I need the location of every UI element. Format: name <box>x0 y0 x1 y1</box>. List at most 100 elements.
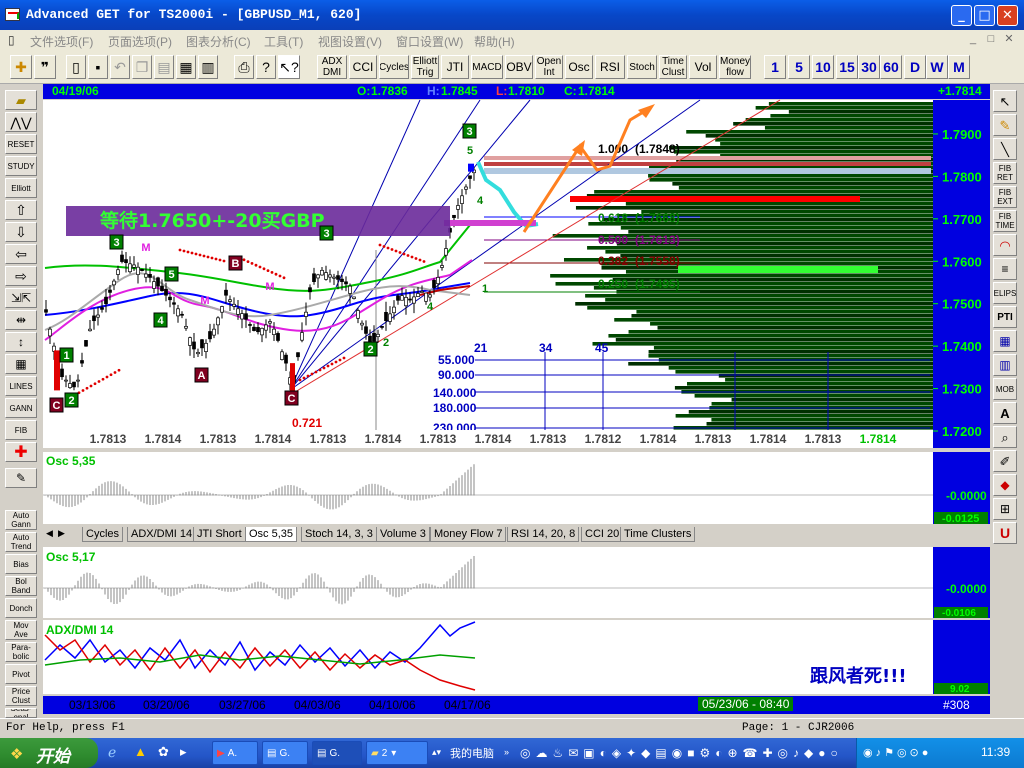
tab-cycles[interactable]: Cycles <box>82 527 124 542</box>
menu-window[interactable]: 窗口设置(W) <box>396 33 463 50</box>
close-button[interactable]: ✕ <box>997 5 1018 26</box>
my-computer-label[interactable]: 我的电脑 <box>450 745 494 761</box>
lines-button[interactable]: LINES <box>5 376 37 396</box>
eraser-button[interactable]: ✐ <box>993 450 1017 472</box>
paste-button[interactable]: ▤ <box>154 55 174 79</box>
quick-icons-row[interactable]: ◎☁♨✉▣◐◈✦◆▤◉■⚙◐⊕☎✚◎♪◆●○ <box>520 746 850 762</box>
menu-help[interactable]: 帮助(H) <box>474 33 515 50</box>
auto-gann-button[interactable]: Auto Gann <box>5 510 37 530</box>
menu-file[interactable]: 文件选项(F) <box>30 33 93 50</box>
study-openint-button[interactable]: Open Int <box>535 55 563 79</box>
quicklaunch-icon-2[interactable]: ✿ <box>158 744 169 760</box>
gann-button[interactable]: GANN <box>5 398 37 418</box>
menu-view[interactable]: 视图设置(V) <box>318 33 382 50</box>
study-jti-button[interactable]: JTI <box>441 55 469 79</box>
price-clust-button[interactable]: Price Clust <box>5 686 37 706</box>
app-icon[interactable] <box>5 8 20 21</box>
tab-cci[interactable]: CCI 20 <box>581 527 624 542</box>
compress-button[interactable]: ⇲⇱ <box>5 288 37 308</box>
arrow-down-button[interactable]: ⇩ <box>5 222 37 242</box>
parabolic-button[interactable]: Para-bolic <box>5 642 37 662</box>
study-osc-button[interactable]: Osc <box>565 55 593 79</box>
layout-button[interactable]: ▥ <box>198 55 218 79</box>
period-5-button[interactable]: 5 <box>788 55 810 79</box>
bol-band-button[interactable]: Bol Band <box>5 576 37 596</box>
zoom-button[interactable]: ⌕ <box>993 426 1017 448</box>
period-daily-button[interactable]: D <box>904 55 926 79</box>
mdi-close-button[interactable]: ✕ <box>1002 32 1016 46</box>
expand-button[interactable]: ⇹ <box>5 310 37 330</box>
arrow-up-button[interactable]: ⇧ <box>5 200 37 220</box>
pivot-button[interactable]: Pivot <box>5 664 37 684</box>
crosshair-button[interactable]: ✚ <box>5 442 37 462</box>
bias-button[interactable]: Bias <box>5 554 37 574</box>
tab-time-clusters[interactable]: Time Clusters <box>620 527 696 542</box>
study-rsi-button[interactable]: RSI <box>595 55 625 79</box>
seasonal-button[interactable]: Seas-onal <box>5 708 37 718</box>
pointer-button[interactable]: ↖ <box>993 90 1017 112</box>
start-button[interactable]: ❖ 开始 <box>0 738 98 768</box>
study-timeclust-button[interactable]: Time Clust <box>659 55 687 79</box>
tab-jti-short[interactable]: JTI Short <box>193 527 246 542</box>
study-vol-button[interactable]: Vol <box>689 55 717 79</box>
task-button-2[interactable]: ▤ G. <box>262 741 308 765</box>
task-button-4[interactable]: ▰ 2 ▾ <box>366 741 428 765</box>
fib-ext-button[interactable]: FIB EXT <box>993 186 1017 208</box>
menu-doc-icon[interactable]: ▯ <box>8 33 15 47</box>
pattern-tool-button[interactable]: ⋀⋁ <box>5 112 37 132</box>
mdi-minimize-button[interactable]: _ <box>966 32 980 46</box>
zoom-fit-button[interactable]: ↕ <box>5 332 37 352</box>
period-1-button[interactable]: 1 <box>764 55 786 79</box>
note-button[interactable]: ✎ <box>5 468 37 488</box>
grid-button[interactable]: ▦ <box>176 55 196 79</box>
tab-scroll-left-icon[interactable]: ◀ <box>46 528 53 539</box>
mov-ave-button[interactable]: Mov Ave <box>5 620 37 640</box>
fib-ret-button[interactable]: FIB RET <box>993 162 1017 184</box>
pti-button[interactable]: PTI <box>993 306 1017 328</box>
arrow-left-button[interactable]: ⇦ <box>5 244 37 264</box>
auto-trend-button[interactable]: Auto Trend <box>5 532 37 552</box>
magnet-button[interactable]: U <box>993 522 1017 544</box>
tab-adx-dmi[interactable]: ADX/DMI 14 <box>127 527 197 542</box>
period-15-button[interactable]: 15 <box>836 55 858 79</box>
study-obv-button[interactable]: OBV <box>505 55 533 79</box>
tray-icons[interactable]: ◉♪⚑◎⊙● <box>863 746 931 759</box>
undo-button[interactable]: ↶ <box>110 55 130 79</box>
channel-button[interactable]: ≡ <box>993 258 1017 280</box>
toolbar-expand-icon[interactable]: » <box>504 747 509 757</box>
help-button[interactable]: ? <box>256 55 276 79</box>
copy-button[interactable]: ❐ <box>132 55 152 79</box>
arc-button[interactable]: ◠ <box>993 234 1017 256</box>
open-tool-button[interactable]: ▰ <box>5 90 37 110</box>
fib-time-button[interactable]: FIB TIME <box>993 210 1017 232</box>
table-button[interactable]: ▦ <box>993 330 1017 352</box>
reset-button[interactable]: RESET <box>5 134 37 154</box>
tab-stoch[interactable]: Stoch 14, 3, 3 <box>301 527 377 542</box>
pointer-tool-button[interactable]: ✚ <box>10 55 32 79</box>
study-moneyflow-button[interactable]: Money flow <box>719 55 751 79</box>
minimize-button[interactable]: _ <box>951 5 972 26</box>
mdi-restore-button[interactable]: □ <box>984 32 998 46</box>
quicklaunch-icon-1[interactable]: ▲ <box>134 744 147 759</box>
task-button-1[interactable]: ▶ A. <box>212 741 258 765</box>
text-button[interactable]: A <box>993 402 1017 424</box>
elips-button[interactable]: ELIPS <box>993 282 1017 304</box>
taskbar-scroll-icon[interactable]: ▴▾ <box>432 747 441 758</box>
color-button[interactable]: ◆ <box>993 474 1017 496</box>
menu-tools[interactable]: 工具(T) <box>264 33 303 50</box>
study-adx-button[interactable]: ADX DMI <box>317 55 347 79</box>
maximize-button[interactable]: □ <box>974 5 995 26</box>
measure-button[interactable]: ⊞ <box>993 498 1017 520</box>
new-button[interactable]: ▯ <box>66 55 86 79</box>
period-monthly-button[interactable]: M <box>948 55 970 79</box>
cluster-button[interactable]: ▥ <box>993 354 1017 376</box>
period-weekly-button[interactable]: W <box>926 55 948 79</box>
tab-volume[interactable]: Volume 3 <box>376 527 430 542</box>
mob-button[interactable]: MOB <box>993 378 1017 400</box>
line-button[interactable]: ╲ <box>993 138 1017 160</box>
save-button[interactable]: ▪ <box>88 55 108 79</box>
tab-rsi[interactable]: RSI 14, 20, 8 <box>507 527 580 542</box>
period-60-button[interactable]: 60 <box>880 55 902 79</box>
fib-button[interactable]: FIB <box>5 420 37 440</box>
study-button[interactable]: STUDY <box>5 156 37 176</box>
